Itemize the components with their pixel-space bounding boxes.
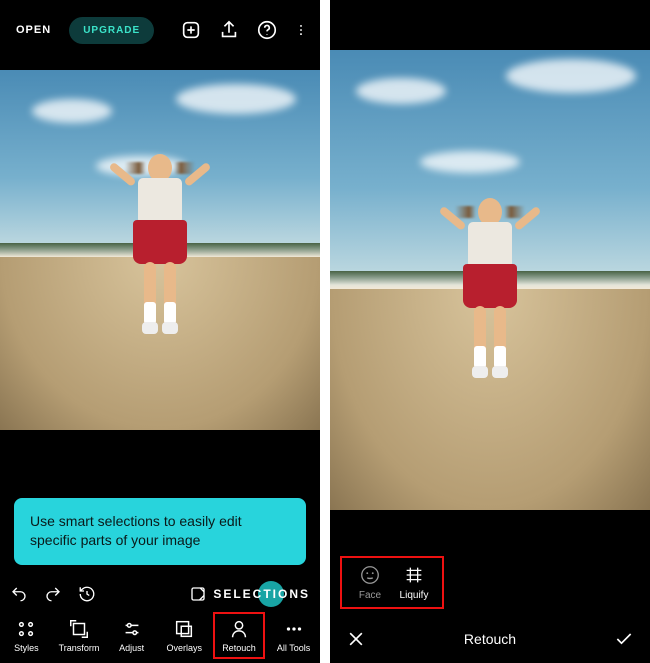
tool-label: Liquify: [400, 590, 429, 601]
selections-icon: [189, 585, 207, 603]
tool-label: Transform: [59, 643, 100, 653]
tool-label: Styles: [14, 643, 39, 653]
tool-transform[interactable]: Transform: [55, 614, 103, 657]
top-right-actions: [180, 19, 312, 41]
selections-label: SELECTIONS: [213, 587, 310, 601]
adjust-icon: [121, 618, 143, 640]
bottom-toolbar: Styles Transform Adjust Overlays Retouch…: [0, 607, 320, 663]
tool-label: Overlays: [167, 643, 203, 653]
right-screen: Face Liquify Retouch: [330, 0, 650, 663]
close-icon[interactable]: [346, 629, 366, 649]
redo-icon[interactable]: [44, 585, 62, 603]
top-bar: OPEN UPGRADE: [0, 0, 320, 60]
tool-overlays[interactable]: Overlays: [160, 614, 208, 657]
retouch-icon: [228, 618, 250, 640]
tool-styles[interactable]: Styles: [2, 614, 50, 657]
tool-retouch[interactable]: Retouch: [213, 612, 265, 659]
image-canvas[interactable]: [0, 70, 320, 430]
upgrade-button[interactable]: UPGRADE: [69, 17, 154, 44]
tool-label: Retouch: [222, 643, 256, 653]
help-icon[interactable]: [256, 19, 278, 41]
left-screen: OPEN UPGRADE: [0, 0, 320, 663]
open-button[interactable]: OPEN: [8, 18, 59, 42]
image-canvas[interactable]: [330, 50, 650, 510]
liquify-icon: [403, 564, 425, 586]
styles-icon: [15, 618, 37, 640]
selections-tooltip: Use smart selections to easily edit spec…: [14, 498, 306, 565]
alltools-icon: [283, 618, 305, 640]
tool-label: Face: [359, 590, 381, 601]
face-icon: [359, 564, 381, 586]
more-icon[interactable]: [294, 19, 308, 41]
share-icon[interactable]: [218, 19, 240, 41]
retouch-tool-face[interactable]: Face: [350, 564, 390, 601]
retouch-bottom-bar: Retouch: [330, 615, 650, 663]
selections-button[interactable]: SELECTIONS: [189, 585, 310, 603]
history-row: SELECTIONS: [0, 581, 320, 607]
undo-icon[interactable]: [10, 585, 28, 603]
tool-label: Adjust: [119, 643, 144, 653]
subject-figure: [450, 198, 530, 418]
tool-adjust[interactable]: Adjust: [108, 614, 156, 657]
history-icon[interactable]: [78, 585, 96, 603]
transform-icon: [68, 618, 90, 640]
overlays-icon: [173, 618, 195, 640]
subject-figure: [120, 154, 200, 374]
retouch-tool-liquify[interactable]: Liquify: [394, 564, 434, 601]
add-image-icon[interactable]: [180, 19, 202, 41]
confirm-icon[interactable]: [614, 629, 634, 649]
tool-label: All Tools: [277, 643, 310, 653]
tool-alltools[interactable]: All Tools: [270, 614, 318, 657]
panel-title: Retouch: [464, 631, 516, 647]
retouch-tools-highlight: Face Liquify: [340, 556, 444, 609]
